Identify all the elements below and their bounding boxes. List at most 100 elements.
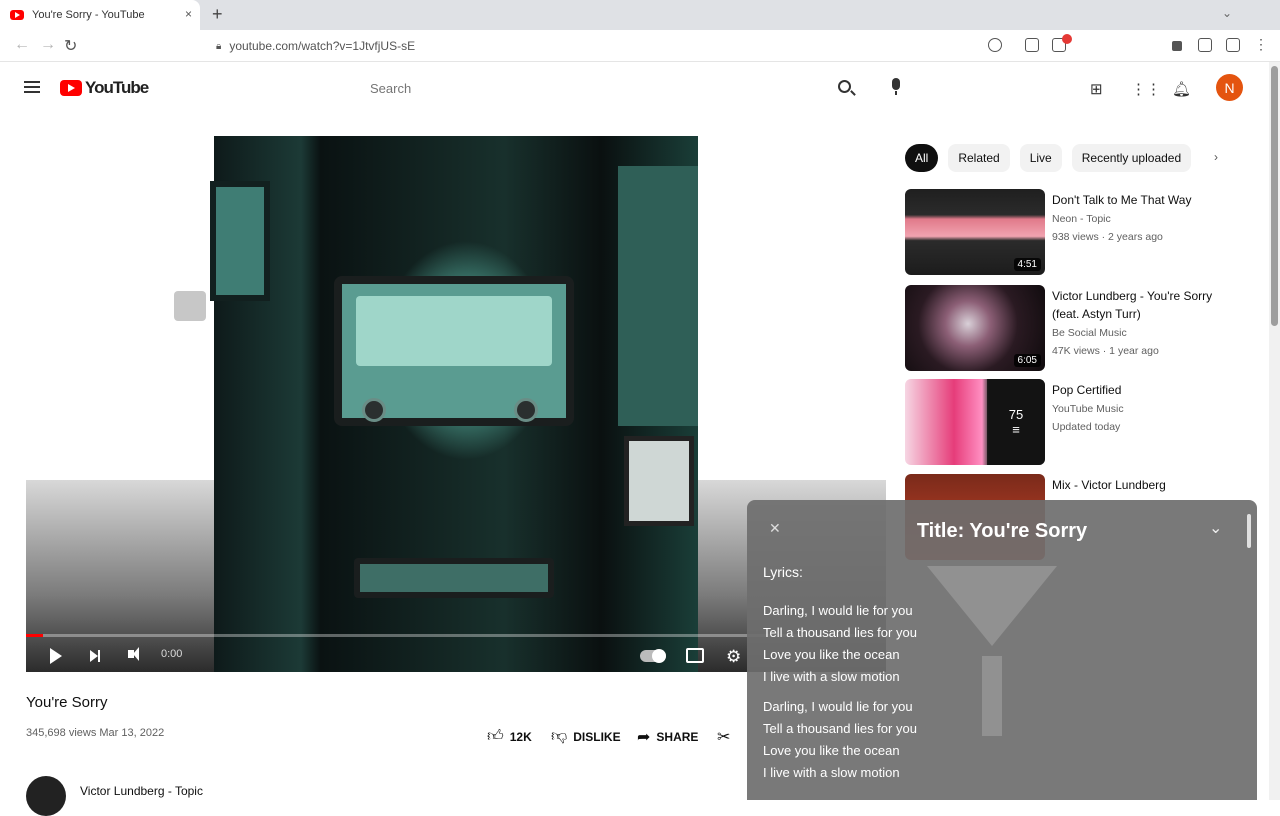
playlist-count: 75 [1008,407,1024,422]
menu-hamburger-icon[interactable] [24,81,40,93]
like-button[interactable]: 👍︎ 12K [487,727,532,746]
recommendation-stats: 938 views · 2 years ago [1052,231,1163,243]
logo-wordmark: YouTube [85,78,149,97]
recommendation-title[interactable]: Mix - Victor Lundberg [1052,476,1242,494]
back-arrow-icon[interactable]: ← [14,36,30,54]
recommendation-item[interactable]: 75 ≡ Pop Certified YouTube Music Updated… [905,379,1245,469]
time-display: 0:00 [161,648,183,660]
browser-tab-youtube[interactable]: You're Sorry - YouTube × [0,0,200,30]
notification-dot-icon [1062,34,1072,44]
recommendation-stats: 47K views · 1 year ago [1052,345,1159,357]
settings-gear-icon[interactable]: ⚙︎ [726,647,741,667]
share-label: SHARE [656,730,699,744]
art-detail [514,398,538,422]
youtube-play-logo-icon [60,80,82,96]
page-scrollbar-thumb[interactable] [1271,66,1278,326]
recommendation-title[interactable]: Don't Talk to Me That Way [1052,191,1242,209]
recommendation-thumbnail[interactable]: 4:51 [905,189,1045,275]
recommendation-item[interactable]: 4:51 Don't Talk to Me That Way Neon - To… [905,189,1245,279]
recommendation-title[interactable]: Pop Certified [1052,381,1242,399]
tab-search-icon[interactable]: ⌄ [1222,6,1232,20]
video-meta: 345,698 views Mar 13, 2022 [26,727,165,739]
omnibox[interactable]: 🔒︎ youtube.com/watch?v=1JtvfjUS-sE [180,33,1010,59]
recommendation-channel: Neon - Topic [1052,213,1111,225]
panel-watermark-graphic [927,566,1057,736]
autoplay-toggle[interactable] [640,649,666,663]
browser-tabbar: You're Sorry - YouTube × + ⌄ [0,0,1280,30]
duration-badge: 6:05 [1013,354,1041,367]
url-text[interactable]: youtube.com/watch?v=1JtvfjUS-sE [229,39,415,53]
volume-icon[interactable] [128,647,139,661]
lyrics-line: Love you like the ocean [763,647,900,662]
new-tab-button[interactable]: + [212,4,223,25]
puzzle-extension-icon[interactable] [1172,41,1182,51]
account-avatar[interactable]: N [1216,74,1243,101]
art-detail [354,558,554,598]
playlist-thumbnail[interactable]: 75 ≡ [905,379,1045,465]
page-scrollbar[interactable] [1269,62,1280,800]
side-panel-icon[interactable] [1226,38,1240,52]
youtube-logo[interactable]: YouTube [60,78,149,98]
recommendation-stats: Updated today [1052,421,1121,433]
lyrics-line: I live with a slow motion [763,765,900,780]
recommendation-item[interactable]: Mix - Victor Lundberg [905,474,1245,560]
lyrics-scrollbar[interactable] [1247,514,1251,548]
thumbs-down-icon: 👎︎ [551,728,568,745]
video-title: You're Sorry [26,694,108,711]
recommendation-title[interactable]: Victor Lundberg - You're Sorry (feat. As… [1052,287,1242,323]
dislike-button[interactable]: 👎︎ DISLIKE [551,727,621,746]
search-input[interactable] [370,74,820,102]
lock-icon: 🔒︎ [216,40,222,52]
notifications-bell-icon[interactable]: 🔔︎ [1172,80,1191,98]
search-icon[interactable] [838,80,851,93]
chip-recently-uploaded[interactable]: Recently uploaded [1071,144,1192,172]
lyrics-title: Title: You're Sorry [916,520,1088,542]
reload-icon[interactable]: ↻ [64,36,77,56]
player-overlay-button[interactable] [174,291,206,321]
forward-arrow-icon[interactable]: → [40,36,56,54]
microphone-icon[interactable] [892,78,900,95]
chevron-down-icon[interactable]: ⌄ [1209,518,1222,538]
lyrics-heading: Lyrics: [763,564,803,580]
clip-button[interactable]: ✂ [717,727,736,747]
dislike-label: DISLIKE [573,729,621,744]
recommendation-thumbnail[interactable]: 6:05 [905,285,1045,371]
playlist-icon: ≡ [1012,422,1020,437]
channel-avatar[interactable] [26,776,66,816]
filter-chips: All Related Live Recently uploaded [905,144,1201,174]
next-track-icon[interactable] [90,650,100,662]
lyrics-line: I live with a slow motion [763,669,900,684]
progress-played [26,634,44,637]
tab-close-icon[interactable]: × [185,7,192,21]
create-video-icon[interactable]: ⊞ [1090,80,1103,98]
chip-related[interactable]: Related [948,144,1010,172]
address-bar-row: ← → ↻ 🔒︎ youtube.com/watch?v=1JtvfjUS-sE… [0,30,1280,62]
youtube-favicon-icon [10,10,24,20]
scissors-icon: ✂ [717,729,731,746]
extension-translate-icon[interactable] [1025,38,1039,52]
chevron-right-icon[interactable]: › [1214,150,1218,164]
zoom-icon[interactable] [988,38,1002,52]
art-detail [618,166,698,426]
browser-menu-icon[interactable]: ⋮ [1254,36,1268,53]
album-art-image [210,136,698,672]
duration-badge: 4:51 [1013,258,1041,271]
chip-all[interactable]: All [905,144,939,172]
subtitles-icon[interactable] [686,648,704,663]
play-icon[interactable] [50,648,62,664]
lyrics-line: Tell a thousand lies for you [763,625,917,640]
reading-list-icon[interactable] [1198,38,1212,52]
like-count: 12K [509,729,532,744]
apps-grid-icon[interactable]: ⋮⋮ [1131,80,1161,98]
share-arrow-icon: ➦ [637,729,651,746]
channel-name[interactable]: Victor Lundberg - Topic [80,784,203,798]
lyrics-stanza: Darling, I would lie for you Tell a thou… [763,696,917,784]
recommendation-item[interactable]: 6:05 Victor Lundberg - You're Sorry (fea… [905,285,1245,375]
lyrics-stanza: Darling, I would lie for you Tell a thou… [763,600,917,688]
lyrics-panel: ✕ Title: You're Sorry ⌄ Lyrics: Darling,… [747,500,1257,800]
chip-live[interactable]: Live [1019,144,1062,172]
lyrics-line: Darling, I would lie for you [763,603,913,618]
lyrics-line: Darling, I would lie for you [763,699,913,714]
share-button[interactable]: ➦ SHARE [637,727,698,747]
art-detail [362,398,386,422]
